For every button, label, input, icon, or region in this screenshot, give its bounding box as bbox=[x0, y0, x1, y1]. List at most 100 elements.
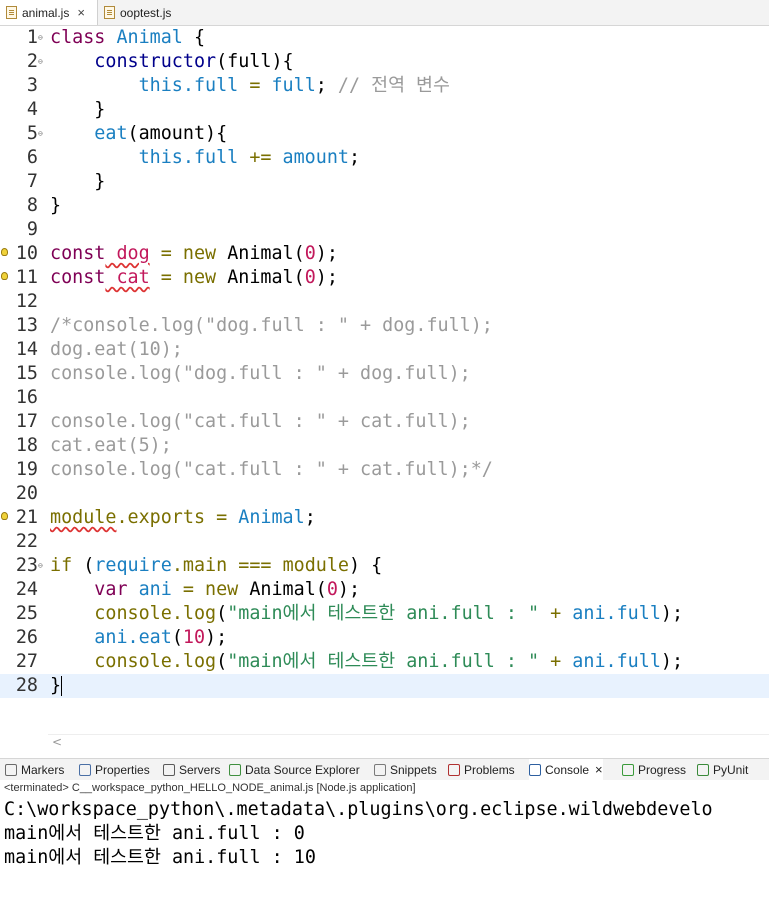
tab-snippets[interactable]: Snippets bbox=[374, 759, 437, 780]
code-line[interactable]: 25 console.log("main에서 테스트한 ani.full : "… bbox=[0, 602, 769, 626]
code-token: /*console.log("dog.full : " + dog.full); bbox=[50, 315, 493, 336]
text-caret bbox=[61, 676, 63, 696]
code-line[interactable]: 6 this.full += amount; bbox=[0, 146, 769, 170]
close-icon[interactable]: × bbox=[77, 5, 85, 20]
warning-lightbulb-icon[interactable] bbox=[1, 248, 8, 256]
tab-markers[interactable]: Markers bbox=[5, 759, 64, 780]
code-token: ); bbox=[660, 651, 684, 672]
tab-ooptest-js[interactable]: ooptest.js bbox=[98, 0, 188, 25]
code-token: dog.eat(10); bbox=[50, 339, 183, 360]
view-tab-bar: Markers Properties Servers Data Source Expl… bbox=[0, 758, 769, 781]
code-line[interactable]: 11 const cat = new Animal(0); bbox=[0, 266, 769, 290]
scroll-left-icon[interactable]: < bbox=[52, 735, 62, 749]
code-text: constructor(full){ bbox=[50, 50, 293, 74]
code-token: } bbox=[50, 99, 106, 120]
fold-toggle-icon[interactable]: ⊖ bbox=[38, 34, 43, 42]
code-line[interactable]: 10 const dog = new Animal(0); bbox=[0, 242, 769, 266]
view-tab-label: PyUnit bbox=[713, 762, 749, 777]
code-line[interactable]: 5 ⊖ eat(amount){ bbox=[0, 122, 769, 146]
code-token: = bbox=[149, 267, 172, 288]
close-icon[interactable]: × bbox=[595, 762, 603, 777]
tab-properties[interactable]: Properties bbox=[79, 759, 150, 780]
code-token: Animal bbox=[227, 507, 305, 528]
tab-servers[interactable]: Servers bbox=[163, 759, 220, 780]
warning-lightbulb-icon[interactable] bbox=[1, 512, 8, 520]
code-token: + bbox=[539, 651, 562, 672]
code-text: console.log("main에서 테스트한 ani.full : " + … bbox=[50, 650, 683, 674]
line-number: 23 bbox=[15, 555, 38, 576]
snippets-icon bbox=[374, 763, 386, 776]
code-line[interactable]: 20 bbox=[0, 482, 769, 506]
code-token: ani bbox=[561, 603, 606, 624]
code-token: .full bbox=[182, 75, 239, 96]
code-editor[interactable]: 1 ⊖ class Animal {2 ⊖ constructor(full){3 t… bbox=[0, 26, 769, 749]
code-line[interactable]: 26 ani.eat(10); bbox=[0, 626, 769, 650]
code-line[interactable]: 13 /*console.log("dog.full : " + dog.full… bbox=[0, 314, 769, 338]
code-line[interactable]: 7 } bbox=[0, 170, 769, 194]
code-text: this.full = full; // 전역 변수 bbox=[50, 74, 450, 98]
code-text: eat(amount){ bbox=[50, 122, 227, 146]
code-line[interactable]: 18 cat.eat(5); bbox=[0, 434, 769, 458]
tab-label: animal.js bbox=[22, 5, 70, 20]
code-text: console.log("dog.full : " + dog.full); bbox=[50, 362, 471, 386]
line-number: 8 bbox=[26, 195, 38, 216]
code-line[interactable]: 17 console.log("cat.full : " + cat.full); bbox=[0, 410, 769, 434]
code-line[interactable]: 21 module.exports = Animal; bbox=[0, 506, 769, 530]
code-token: (amount){ bbox=[127, 123, 228, 144]
tab-problems[interactable]: Problems bbox=[448, 759, 515, 780]
code-token: = bbox=[171, 579, 194, 600]
line-number: 24 bbox=[15, 579, 38, 600]
code-line[interactable]: 16 bbox=[0, 386, 769, 410]
code-line[interactable]: 9 bbox=[0, 218, 769, 242]
code-line[interactable]: 3 this.full = full; // 전역 변수 bbox=[0, 74, 769, 98]
line-number: 10 bbox=[15, 243, 38, 264]
code-line[interactable]: 27 console.log("main에서 테스트한 ani.full : "… bbox=[0, 650, 769, 674]
code-token: ) { bbox=[349, 555, 383, 576]
code-token: require bbox=[94, 555, 172, 576]
code-text: ani.eat(10); bbox=[50, 626, 227, 650]
line-number: 15 bbox=[15, 363, 38, 384]
line-number: 18 bbox=[15, 435, 38, 456]
code-line[interactable]: 24 var ani = new Animal(0); bbox=[0, 578, 769, 602]
fold-toggle-icon[interactable]: ⊖ bbox=[38, 130, 43, 138]
markers-icon bbox=[5, 763, 17, 776]
code-token: new bbox=[171, 267, 217, 288]
tab-animal-js[interactable]: animal.js × bbox=[0, 0, 98, 25]
code-line[interactable]: 23 ⊖ if (require.main === module) { bbox=[0, 554, 769, 578]
fold-toggle-icon[interactable]: ⊖ bbox=[38, 562, 43, 570]
fold-toggle-icon[interactable]: ⊖ bbox=[38, 58, 43, 66]
horizontal-scrollbar[interactable]: < bbox=[48, 734, 769, 751]
code-token: ( bbox=[171, 627, 183, 648]
line-number: 20 bbox=[15, 483, 38, 504]
view-tab-label: Snippets bbox=[390, 762, 437, 777]
code-line[interactable]: 2 ⊖ constructor(full){ bbox=[0, 50, 769, 74]
code-line[interactable]: 12 bbox=[0, 290, 769, 314]
tab-progress[interactable]: Progress bbox=[622, 759, 686, 780]
tab-console[interactable]: Console × bbox=[529, 759, 603, 780]
code-token: "main에서 테스트한 ani.full : " bbox=[227, 651, 540, 672]
code-line[interactable]: 19 console.log("cat.full : " + cat.full);… bbox=[0, 458, 769, 482]
code-line[interactable]: 1 ⊖ class Animal { bbox=[0, 26, 769, 50]
code-line[interactable]: 8} bbox=[0, 194, 769, 218]
code-text: const cat = new Animal(0); bbox=[50, 266, 338, 290]
console-output[interactable]: C:\workspace_python\.metadata\.plugins\o… bbox=[0, 797, 769, 898]
code-text: console.log("main에서 테스트한 ani.full : " + … bbox=[50, 602, 683, 626]
code-line[interactable]: 22 bbox=[0, 530, 769, 554]
code-line[interactable]: 15 console.log("dog.full : " + dog.full); bbox=[0, 362, 769, 386]
console-line: main에서 테스트한 ani.full : 0 bbox=[4, 823, 305, 844]
code-line[interactable]: 4 } bbox=[0, 98, 769, 122]
code-token: Animal bbox=[105, 27, 183, 48]
console-line: C:\workspace_python\.metadata\.plugins\o… bbox=[4, 799, 713, 820]
warning-lightbulb-icon[interactable] bbox=[1, 272, 8, 280]
line-number: 28 bbox=[15, 675, 38, 696]
code-token: // 전역 변수 bbox=[326, 75, 450, 96]
tab-pyunit[interactable]: PyUnit bbox=[697, 759, 748, 780]
code-line[interactable]: 28} bbox=[0, 674, 769, 698]
code-token: 0 bbox=[326, 579, 338, 600]
code-line[interactable]: 14 dog.eat(10); bbox=[0, 338, 769, 362]
tab-data-source-explorer[interactable]: Data Source Explorer bbox=[229, 759, 360, 780]
code-text: if (require.main === module) { bbox=[50, 554, 382, 578]
code-token: console bbox=[94, 651, 172, 672]
